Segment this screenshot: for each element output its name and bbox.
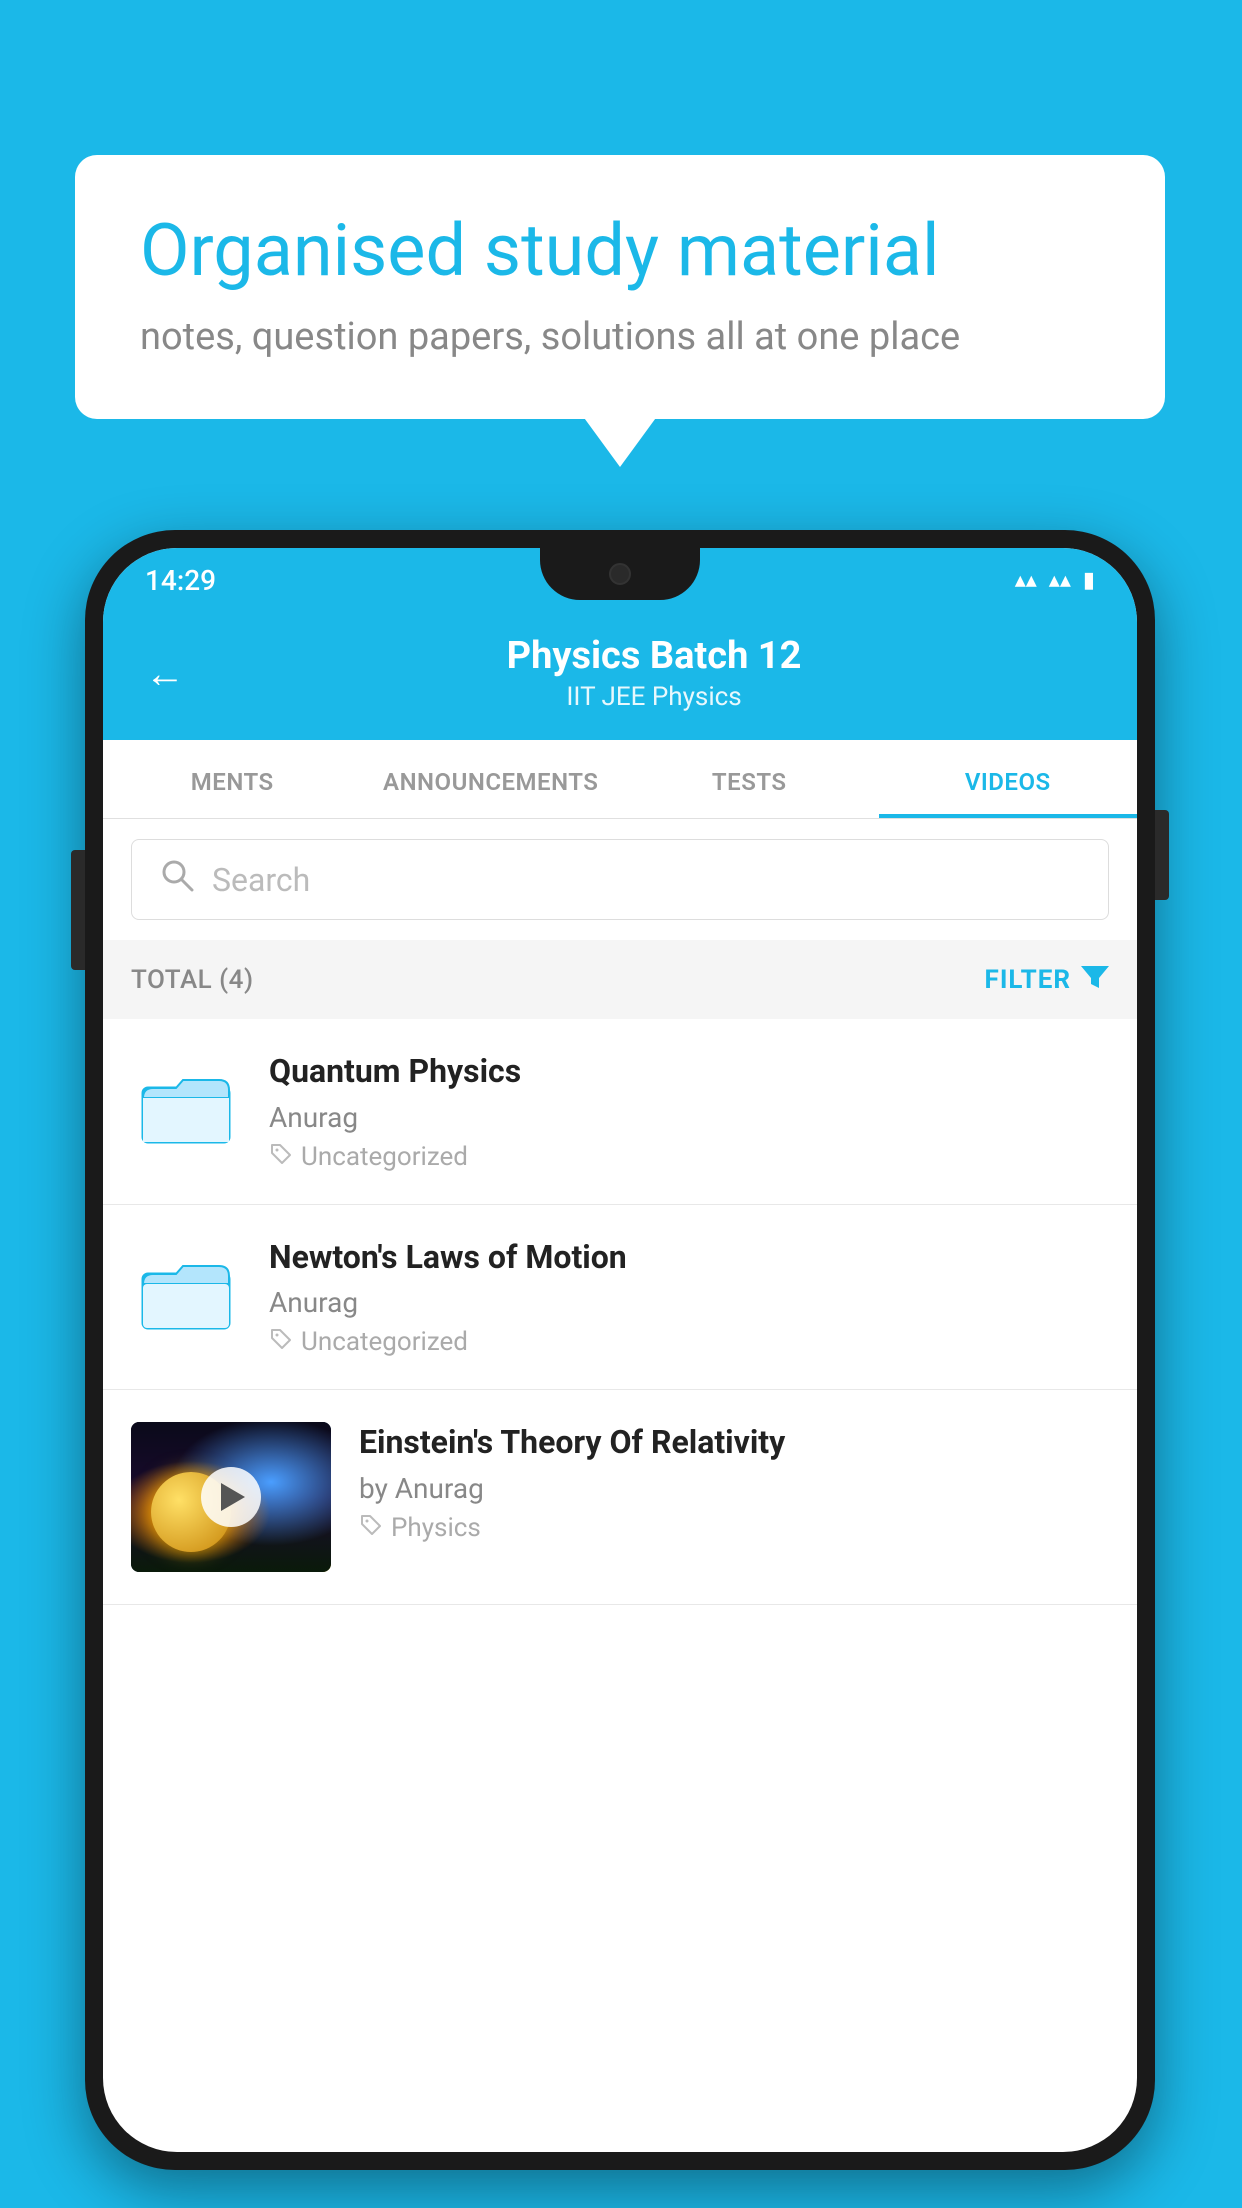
notch [540,548,700,600]
phone-outer: 14:29 ▴▴ ▴▴ ▮ ← Physics Batch 12 IIT JEE… [85,530,1155,2170]
tab-ments[interactable]: MENTS [103,740,362,818]
video-author: Anurag [269,1101,1109,1134]
header-title-block: Physics Batch 12 IIT JEE Physics [213,634,1095,712]
video-info-einstein: Einstein's Theory Of Relativity by Anura… [359,1422,1109,1543]
list-item[interactable]: Einstein's Theory Of Relativity by Anura… [103,1390,1137,1605]
speech-bubble-title: Organised study material [140,210,1100,293]
filter-icon [1081,962,1109,997]
header-subtitle: IIT JEE Physics [213,682,1095,712]
video-info-newton: Newton's Laws of Motion Anurag Uncategor… [269,1237,1109,1358]
filter-label: FILTER [985,965,1071,995]
search-input[interactable]: Search [212,861,310,899]
video-title: Einstein's Theory Of Relativity [359,1422,1109,1464]
video-author: Anurag [269,1286,1109,1319]
tabs-bar: MENTS ANNOUNCEMENTS TESTS VIDEOS [103,740,1137,819]
play-icon [221,1483,245,1511]
tab-videos[interactable]: VIDEOS [879,740,1138,818]
back-button[interactable]: ← [145,650,185,697]
video-author: by Anurag [359,1472,1109,1505]
tab-tests[interactable]: TESTS [620,740,879,818]
tag-icon [269,1327,293,1357]
phone-device: 14:29 ▴▴ ▴▴ ▮ ← Physics Batch 12 IIT JEE… [85,530,1155,2170]
video-thumb-newton [131,1237,241,1347]
tag-label: Physics [391,1513,481,1543]
video-title: Quantum Physics [269,1051,1109,1093]
video-title: Newton's Laws of Motion [269,1237,1109,1279]
status-bar: 14:29 ▴▴ ▴▴ ▮ [103,548,1137,612]
tab-announcements[interactable]: ANNOUNCEMENTS [362,740,621,818]
status-icons: ▴▴ ▴▴ ▮ [1015,568,1095,593]
total-count: TOTAL (4) [131,965,254,995]
status-time: 14:29 [145,564,216,597]
filter-bar: TOTAL (4) FILTER [103,940,1137,1019]
tag-icon [269,1142,293,1172]
speech-bubble-subtitle: notes, question papers, solutions all at… [140,315,1100,359]
tag-icon [359,1513,383,1543]
video-thumb-quantum [131,1051,241,1161]
video-tag: Physics [359,1513,1109,1543]
video-tag: Uncategorized [269,1142,1109,1172]
search-box[interactable]: Search [131,839,1109,920]
speech-bubble: Organised study material notes, question… [75,155,1165,419]
video-thumb-einstein [131,1422,331,1572]
video-list: Quantum Physics Anurag Uncategorized [103,1019,1137,1605]
camera-dot [609,563,631,585]
speech-bubble-container: Organised study material notes, question… [75,155,1165,419]
battery-icon: ▮ [1083,568,1095,593]
signal-icon: ▴▴ [1049,568,1071,593]
app-header: ← Physics Batch 12 IIT JEE Physics [103,612,1137,740]
header-title: Physics Batch 12 [213,634,1095,678]
list-item[interactable]: Newton's Laws of Motion Anurag Uncategor… [103,1205,1137,1391]
list-item[interactable]: Quantum Physics Anurag Uncategorized [103,1019,1137,1205]
play-button[interactable] [201,1467,261,1527]
video-tag: Uncategorized [269,1327,1109,1357]
wifi-icon: ▴▴ [1015,568,1037,593]
phone-screen: 14:29 ▴▴ ▴▴ ▮ ← Physics Batch 12 IIT JEE… [103,548,1137,2152]
search-icon [160,858,194,901]
tag-label: Uncategorized [301,1327,468,1357]
search-container: Search [103,819,1137,940]
filter-button[interactable]: FILTER [985,962,1109,997]
video-info-quantum: Quantum Physics Anurag Uncategorized [269,1051,1109,1172]
tag-label: Uncategorized [301,1142,468,1172]
